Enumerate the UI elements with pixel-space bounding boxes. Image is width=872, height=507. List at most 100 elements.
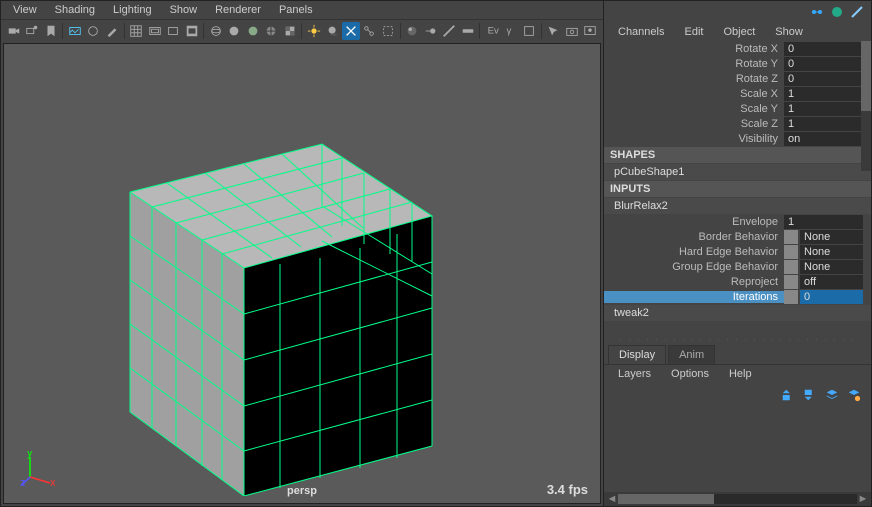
resolution-gate-icon[interactable] xyxy=(164,22,181,40)
menu-edit[interactable]: Edit xyxy=(676,24,711,40)
envelope-value[interactable]: 1 xyxy=(784,215,863,229)
iterations-value[interactable]: 0 xyxy=(800,290,863,304)
wireframe-icon[interactable] xyxy=(207,22,224,40)
svg-text:z: z xyxy=(20,477,26,487)
hard-edge-behavior-value[interactable]: None xyxy=(800,245,863,259)
render-icon[interactable] xyxy=(581,22,598,40)
menu-panels[interactable]: Panels xyxy=(271,2,321,18)
cube-mesh[interactable] xyxy=(92,116,472,496)
rotate-z-value[interactable]: 0 xyxy=(784,72,863,86)
menu-view[interactable]: View xyxy=(5,2,45,18)
image-plane-icon[interactable] xyxy=(66,22,83,40)
hard-edge-behavior-label[interactable]: Hard Edge Behavior xyxy=(604,246,784,258)
scale-z-value[interactable]: 1 xyxy=(784,117,863,131)
attribute-editor-toggle-icon[interactable] xyxy=(829,4,845,20)
tab-display[interactable]: Display xyxy=(608,345,666,364)
use-all-lights-icon[interactable] xyxy=(305,22,322,40)
scale-x-label[interactable]: Scale X xyxy=(604,88,784,100)
textured-icon[interactable] xyxy=(281,22,298,40)
svg-text:y: y xyxy=(27,451,33,459)
menu-object[interactable]: Object xyxy=(715,24,763,40)
snapshot-icon[interactable] xyxy=(563,22,580,40)
scale-y-value[interactable]: 1 xyxy=(784,102,863,116)
smooth-shade-icon[interactable] xyxy=(226,22,243,40)
scroll-right-icon[interactable]: ► xyxy=(857,493,869,505)
visibility-value[interactable]: on xyxy=(784,132,863,146)
svg-text:x: x xyxy=(50,477,56,487)
rotate-x-value[interactable]: 0 xyxy=(784,42,863,56)
channel-box: Rotate X0 Rotate Y0 Rotate Z0 Scale X1 S… xyxy=(604,41,871,321)
multisample-aa-icon[interactable] xyxy=(440,22,457,40)
depth-of-field-icon[interactable] xyxy=(459,22,476,40)
rotate-z-label[interactable]: Rotate Z xyxy=(604,73,784,85)
viewport[interactable]: y x z persp 3.4 fps xyxy=(3,43,601,504)
menu-show[interactable]: Show xyxy=(767,24,811,40)
create-empty-layer-icon[interactable] xyxy=(825,388,839,402)
menu-layers[interactable]: Layers xyxy=(610,366,659,382)
scale-x-value[interactable]: 1 xyxy=(784,87,863,101)
rotate-y-value[interactable]: 0 xyxy=(784,57,863,71)
shapes-header: SHAPES xyxy=(604,147,871,163)
scroll-left-icon[interactable]: ◄ xyxy=(606,493,618,505)
grease-pencil-icon[interactable] xyxy=(103,22,120,40)
xray-joints-icon[interactable] xyxy=(361,22,378,40)
reproject-value[interactable]: off xyxy=(800,275,863,289)
panel-splitter[interactable]: · · · · · · · · · · · · · · · · · · · · … xyxy=(604,335,871,345)
move-layer-up-icon[interactable] xyxy=(781,388,795,402)
view-transform-icon[interactable] xyxy=(520,22,537,40)
rotate-y-label[interactable]: Rotate Y xyxy=(604,58,784,70)
iterations-label[interactable]: Iterations xyxy=(604,291,784,303)
gate-mask-icon[interactable] xyxy=(183,22,200,40)
scale-y-label[interactable]: Scale Y xyxy=(604,103,784,115)
enum-swatch xyxy=(784,290,798,304)
layer-list[interactable] xyxy=(604,407,871,492)
menu-lighting[interactable]: Lighting xyxy=(105,2,160,18)
group-edge-behavior-label[interactable]: Group Edge Behavior xyxy=(604,261,784,273)
envelope-label[interactable]: Envelope xyxy=(604,216,784,228)
menu-help[interactable]: Help xyxy=(721,366,760,382)
border-behavior-label[interactable]: Border Behavior xyxy=(604,231,784,243)
xray-icon[interactable] xyxy=(379,22,396,40)
scale-z-label[interactable]: Scale Z xyxy=(604,118,784,130)
gamma-icon[interactable]: γ xyxy=(502,22,519,40)
menu-options[interactable]: Options xyxy=(663,366,717,382)
layer-h-scrollbar[interactable]: ◄ ► xyxy=(604,492,871,506)
component-select-icon[interactable] xyxy=(545,22,562,40)
use-default-material-icon[interactable] xyxy=(244,22,261,40)
grid-icon[interactable] xyxy=(128,22,145,40)
viewport-toolbar: Ev γ xyxy=(1,19,603,41)
layer-editor-menu: Layers Options Help xyxy=(604,365,871,383)
camera-attributes-icon[interactable] xyxy=(23,22,40,40)
menu-channels[interactable]: Channels xyxy=(610,24,672,40)
shadows-icon[interactable] xyxy=(324,22,341,40)
2d-pan-zoom-icon[interactable] xyxy=(85,22,102,40)
motion-blur-icon[interactable] xyxy=(422,22,439,40)
tweak-node[interactable]: tweak2 xyxy=(604,305,871,321)
film-gate-icon[interactable] xyxy=(146,22,163,40)
exposure-icon[interactable]: Ev xyxy=(483,22,500,40)
menu-show[interactable]: Show xyxy=(162,2,206,18)
rotate-x-label[interactable]: Rotate X xyxy=(604,43,784,55)
input-node[interactable]: BlurRelax2 xyxy=(604,198,871,214)
tab-anim[interactable]: Anim xyxy=(668,345,715,364)
visibility-label[interactable]: Visibility xyxy=(604,133,784,145)
wireframe-on-shaded-icon[interactable] xyxy=(263,22,280,40)
enum-swatch xyxy=(784,245,798,259)
select-camera-icon[interactable] xyxy=(5,22,22,40)
border-behavior-value[interactable]: None xyxy=(800,230,863,244)
shape-node[interactable]: pCubeShape1 xyxy=(604,164,871,180)
create-layer-from-selected-icon[interactable] xyxy=(847,388,861,402)
move-layer-down-icon[interactable] xyxy=(803,388,817,402)
isolate-select-icon[interactable] xyxy=(342,22,359,40)
camera-name-label: persp xyxy=(287,485,317,497)
bookmarks-icon[interactable] xyxy=(42,22,59,40)
group-edge-behavior-value[interactable]: None xyxy=(800,260,863,274)
channel-box-toggle-icon[interactable] xyxy=(809,4,825,20)
menu-renderer[interactable]: Renderer xyxy=(207,2,269,18)
channel-scrollbar[interactable] xyxy=(861,41,871,171)
screen-space-ao-icon[interactable] xyxy=(404,22,421,40)
reproject-label[interactable]: Reproject xyxy=(604,276,784,288)
svg-text:Ev: Ev xyxy=(488,25,499,36)
tool-settings-toggle-icon[interactable] xyxy=(849,4,865,20)
menu-shading[interactable]: Shading xyxy=(47,2,103,18)
